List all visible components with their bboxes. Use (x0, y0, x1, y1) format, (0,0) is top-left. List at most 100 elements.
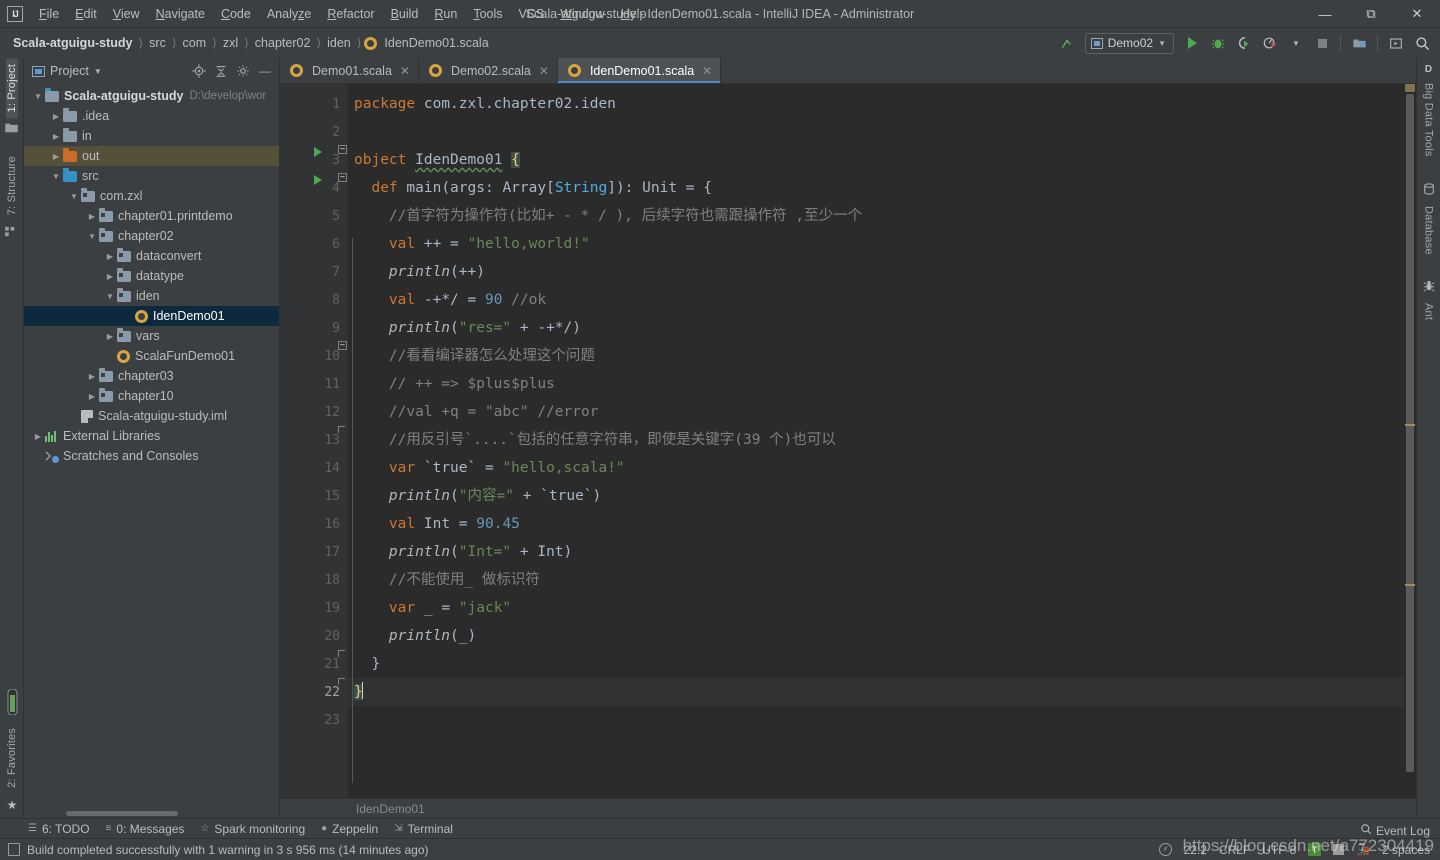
chevron-right-icon[interactable]: ▶ (50, 112, 62, 121)
menu-refactor[interactable]: Refactor (319, 4, 382, 24)
menu-edit[interactable]: Edit (67, 4, 105, 24)
file-encoding[interactable]: UTF-8 (1262, 843, 1296, 857)
tree-node-in[interactable]: ▶ in (24, 126, 279, 146)
line-separator[interactable]: CRLF (1219, 843, 1250, 857)
chevron-down-icon[interactable]: ▼ (1284, 31, 1308, 55)
locate-icon[interactable] (189, 61, 209, 81)
editor-gutter[interactable]: 1 2 3 4 5 6 7 8 9 10 11 12 13 14 15 16 1… (280, 84, 348, 798)
tree-node-project-root[interactable]: ▼ Scala-atguigu-study D:\develop\wor (24, 86, 279, 106)
tool-window-terminal[interactable]: ⇲ Terminal (394, 822, 453, 836)
sidebar-item-database[interactable]: Database (1423, 200, 1435, 261)
editor-tab-demo02[interactable]: Demo02.scala ✕ (419, 58, 558, 83)
chevron-right-icon[interactable]: ▶ (50, 132, 62, 141)
tree-node-chapter01[interactable]: ▶ chapter01.printdemo (24, 206, 279, 226)
hide-window-icon[interactable] (1384, 31, 1408, 55)
stop-icon[interactable] (1310, 31, 1334, 55)
chevron-right-icon[interactable]: ▶ (86, 372, 98, 381)
run-configuration-selector[interactable]: Demo02 ▼ (1084, 32, 1174, 54)
tool-window-messages[interactable]: ≡ 0: Messages (106, 822, 185, 836)
lock-icon[interactable]: T (1308, 843, 1322, 856)
tree-node-vars[interactable]: ▶ vars (24, 326, 279, 346)
menu-view[interactable]: View (105, 4, 148, 24)
code-content[interactable]: package com.zxl.chapter02.iden object Id… (348, 84, 1404, 798)
memory-indicator-icon[interactable] (1333, 844, 1345, 855)
fold-end-icon[interactable] (338, 678, 345, 685)
gear-icon[interactable] (233, 61, 253, 81)
close-icon[interactable]: ✕ (539, 64, 549, 78)
sidebar-item-project[interactable]: 1: Project (5, 58, 18, 119)
tree-node-chapter10[interactable]: ▶ chapter10 (24, 386, 279, 406)
menu-help[interactable]: Help (613, 4, 655, 24)
fold-end-icon[interactable] (338, 426, 345, 433)
menu-build[interactable]: Build (383, 4, 427, 24)
tree-node-chapter02[interactable]: ▼ chapter02 (24, 226, 279, 246)
breadcrumb-item-file[interactable]: IdenDemo01.scala (381, 34, 491, 52)
editor-viewport[interactable]: 1 2 3 4 5 6 7 8 9 10 11 12 13 14 15 16 1… (280, 84, 1416, 798)
menu-code[interactable]: Code (213, 4, 259, 24)
train-icon[interactable]: 🚂 (1356, 843, 1370, 856)
tool-window-spark-monitoring[interactable]: ☆ Spark monitoring (200, 822, 305, 836)
chevron-right-icon[interactable]: ▶ (50, 152, 62, 161)
editor-tab-demo01[interactable]: Demo01.scala ✕ (280, 58, 419, 83)
warning-marker[interactable] (1405, 584, 1415, 586)
indent-setting[interactable]: 2 spaces (1382, 843, 1430, 857)
caret-position[interactable]: 22:2 (1184, 843, 1207, 857)
run-gutter-icon[interactable] (314, 175, 322, 185)
tool-window-zeppelin[interactable]: ● Zeppelin (321, 822, 378, 836)
inspection-status-icon[interactable] (1158, 843, 1172, 856)
tree-node-chapter03[interactable]: ▶ chapter03 (24, 366, 279, 386)
scrollbar-thumb[interactable] (1406, 94, 1414, 772)
maximize-icon[interactable]: ⧉ (1348, 0, 1394, 28)
tree-node-idea[interactable]: ▶ .idea (24, 106, 279, 126)
close-icon[interactable]: ✕ (702, 64, 712, 78)
close-icon[interactable]: ✕ (1394, 0, 1440, 28)
breadcrumb-item-zxl[interactable]: zxl (220, 34, 241, 52)
tree-node-external-libraries[interactable]: ▶ External Libraries (24, 426, 279, 446)
chevron-down-icon[interactable]: ▼ (32, 92, 44, 101)
fold-icon[interactable]: ━ (338, 341, 347, 350)
profile-icon[interactable] (1258, 31, 1282, 55)
menu-window[interactable]: Window (552, 4, 612, 24)
warning-marker[interactable] (1405, 424, 1415, 426)
tree-node-datatype[interactable]: ▶ datatype (24, 266, 279, 286)
build-status[interactable]: Build completed successfully with 1 warn… (0, 843, 429, 857)
chevron-right-icon[interactable]: ▶ (104, 272, 116, 281)
chevron-right-icon[interactable]: ▶ (104, 252, 116, 261)
tree-node-idendemo01[interactable]: ▶ IdenDemo01 (24, 306, 279, 326)
tree-node-iden[interactable]: ▼ iden (24, 286, 279, 306)
menu-analyze[interactable]: Analyze (259, 4, 319, 24)
sidebar-item-structure[interactable]: 7: Structure (6, 150, 18, 221)
update-project-icon[interactable] (1055, 31, 1079, 55)
sidebar-item-big-data-tools[interactable]: Big Data Tools (1423, 77, 1435, 163)
chevron-down-icon[interactable]: ▼ (104, 292, 116, 301)
project-tree[interactable]: ▼ Scala-atguigu-study D:\develop\wor ▶ .… (24, 84, 279, 809)
collapse-all-icon[interactable] (211, 61, 231, 81)
tree-node-iml[interactable]: ▶ Scala-atguigu-study.iml (24, 406, 279, 426)
chevron-right-icon[interactable]: ▶ (86, 212, 98, 221)
minimize-icon[interactable]: — (1302, 0, 1348, 28)
breadcrumb-item-chapter02[interactable]: chapter02 (252, 34, 314, 52)
fold-icon[interactable]: ━ (338, 173, 347, 182)
editor-breadcrumb[interactable]: IdenDemo01 (280, 798, 1416, 818)
menu-vcs[interactable]: VCS (511, 4, 553, 24)
close-icon[interactable]: ✕ (400, 64, 410, 78)
tree-node-scratches[interactable]: ▶ Scratches and Consoles (24, 446, 279, 466)
breadcrumb-item-com[interactable]: com (180, 34, 210, 52)
breadcrumb-item-project[interactable]: Scala-atguigu-study (10, 34, 135, 52)
chevron-down-icon[interactable]: ▼ (86, 232, 98, 241)
chevron-right-icon[interactable]: ▶ (32, 432, 44, 441)
fold-icon[interactable]: ━ (338, 145, 347, 154)
breadcrumb-item-iden[interactable]: iden (324, 34, 354, 52)
tree-node-src[interactable]: ▼ src (24, 166, 279, 186)
chevron-right-icon[interactable]: ▶ (104, 332, 116, 341)
tree-node-comzxl[interactable]: ▼ com.zxl (24, 186, 279, 206)
editor-scrollbar[interactable] (1404, 84, 1416, 798)
menu-run[interactable]: Run (426, 4, 465, 24)
fold-end-icon[interactable] (338, 650, 345, 657)
sidebar-item-ant[interactable]: Ant (1423, 297, 1435, 326)
run-gutter-icon[interactable] (314, 147, 322, 157)
chevron-right-icon[interactable]: ▶ (86, 392, 98, 401)
favorites-star-icon[interactable]: ★ (7, 794, 18, 818)
project-panel-title[interactable]: Project ▼ (50, 64, 102, 78)
tree-node-out[interactable]: ▶ out (24, 146, 279, 166)
